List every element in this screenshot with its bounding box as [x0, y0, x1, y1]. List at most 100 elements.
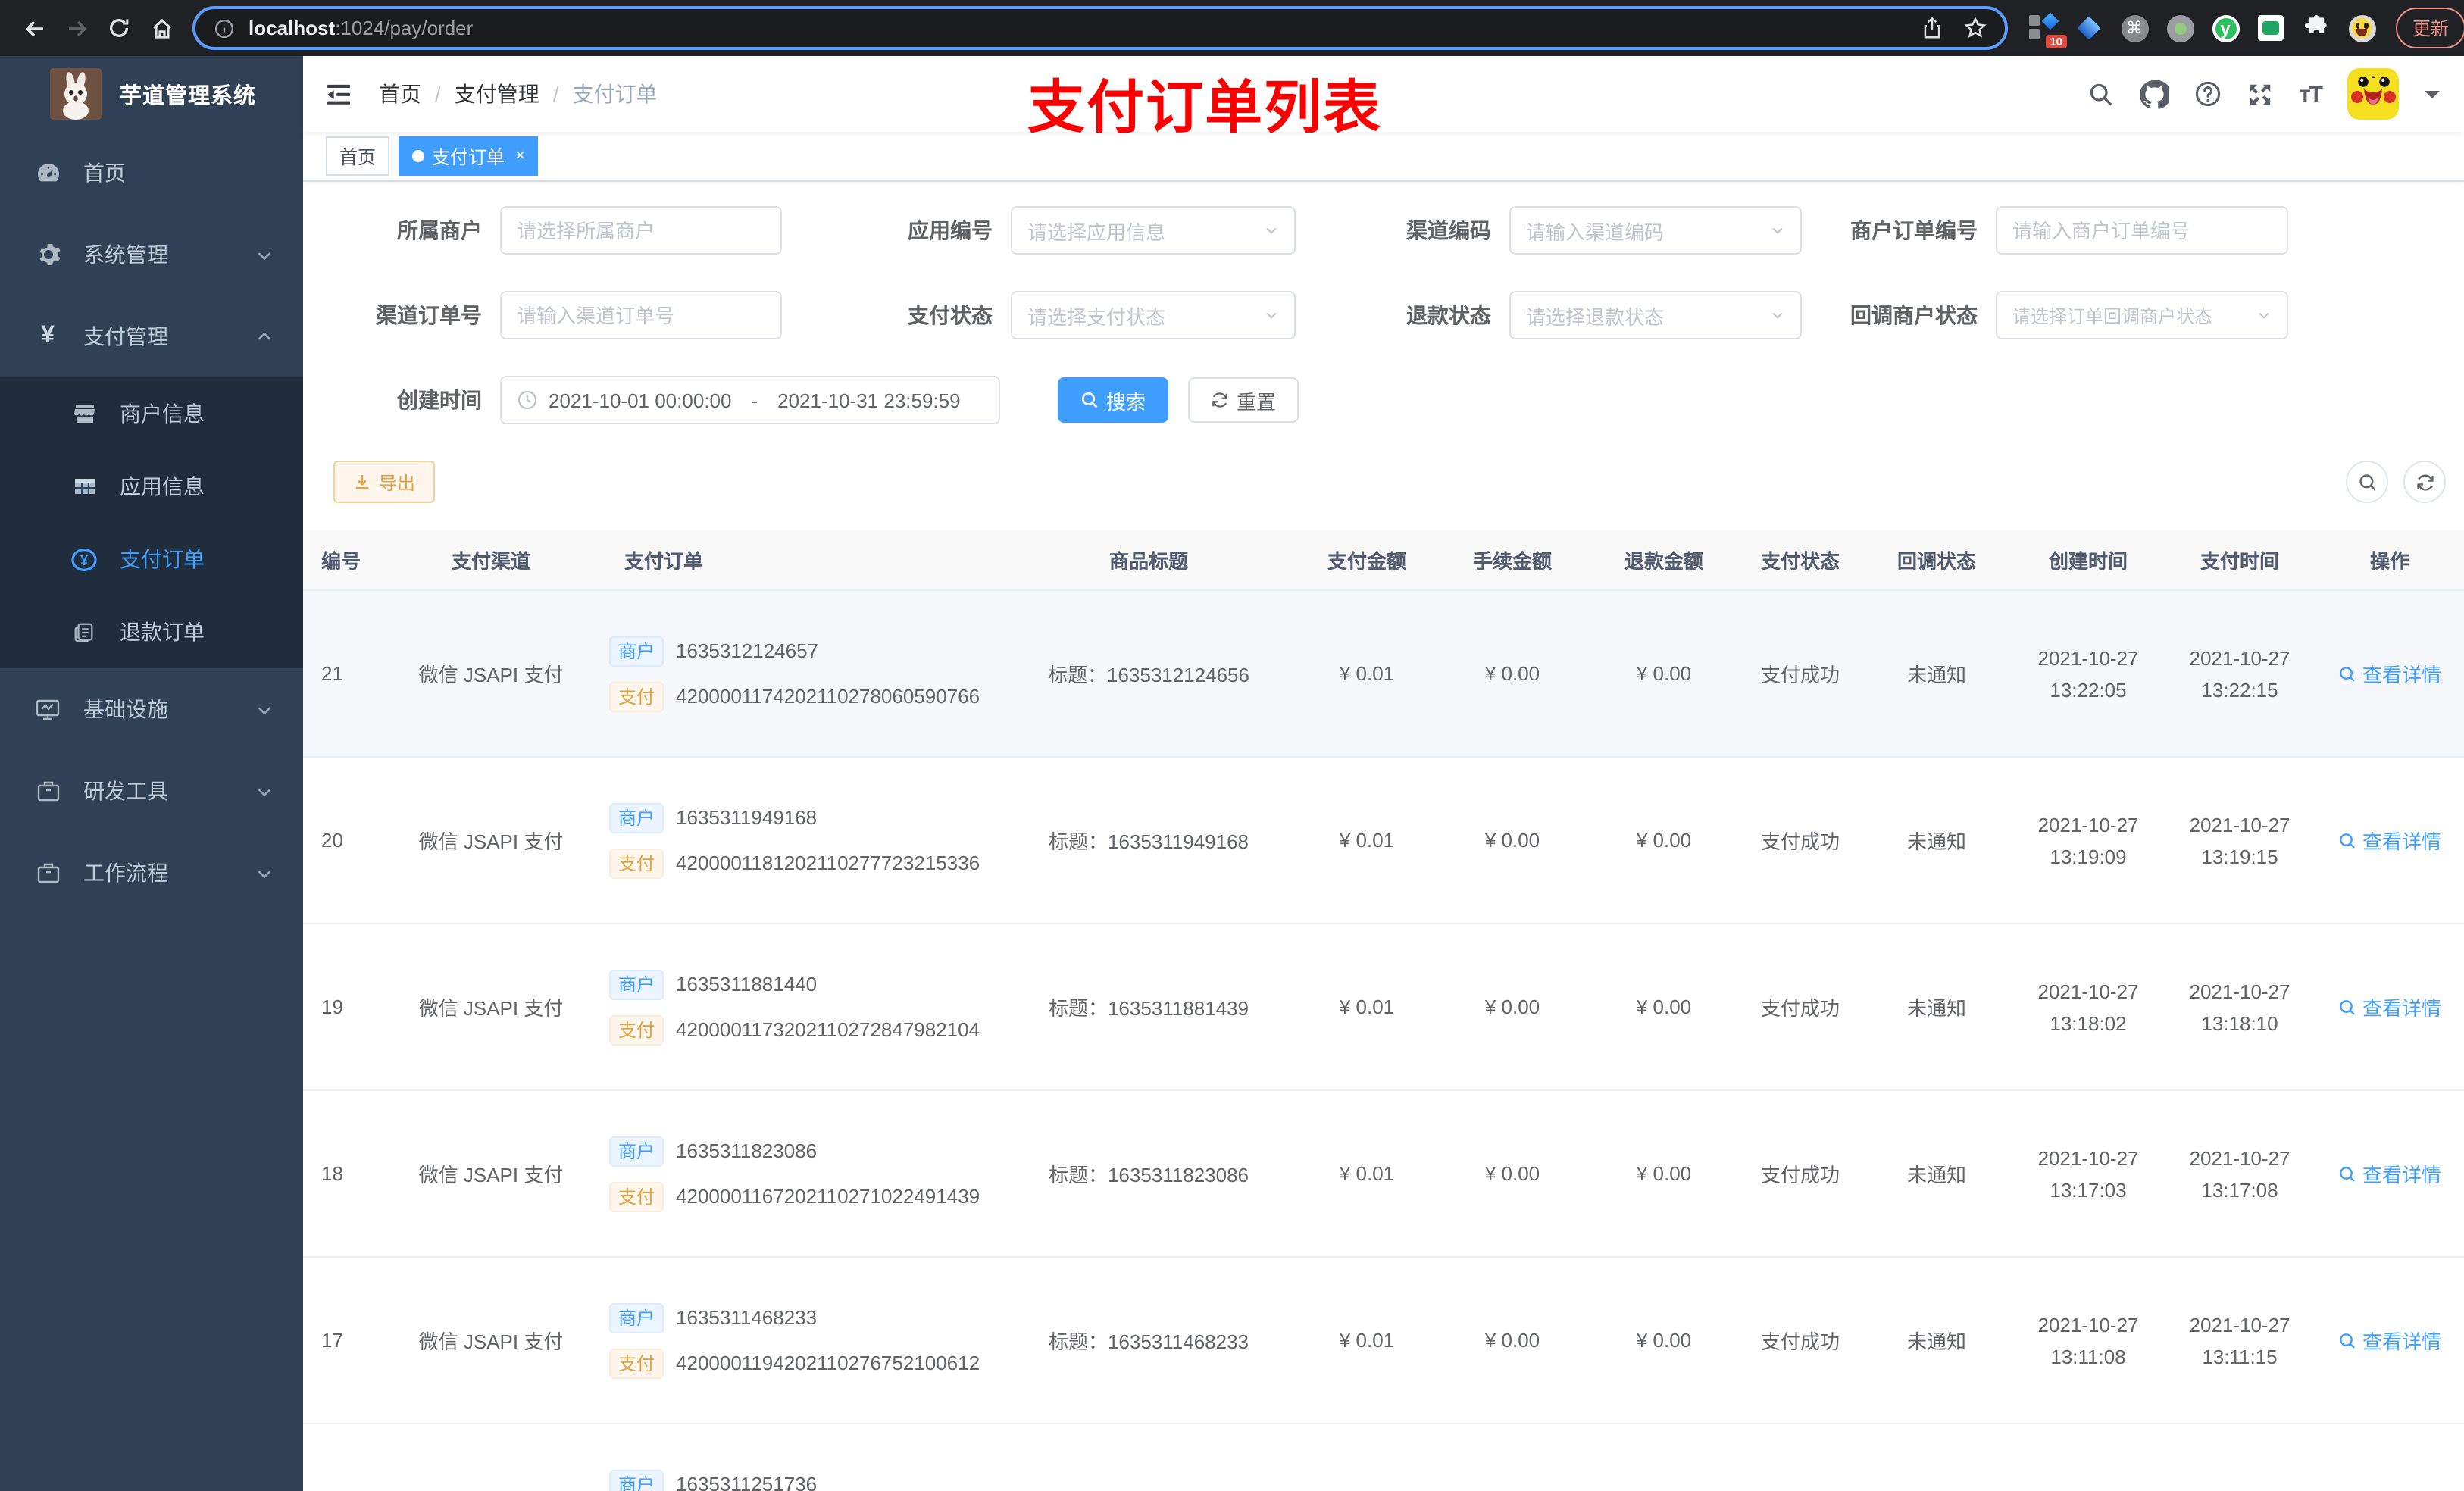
sidebar-item-dev-tools[interactable]: 研发工具 [0, 750, 303, 832]
breadcrumb-pay-mgmt[interactable]: 支付管理 [455, 79, 539, 109]
bookmark-star-icon[interactable] [1964, 17, 1987, 39]
sidebar-item-pay-order[interactable]: ¥ 支付订单 [0, 523, 303, 595]
tab-home[interactable]: 首页 [326, 136, 390, 176]
merchant-order-no-input[interactable] [1996, 206, 2288, 255]
refresh-table-button[interactable] [2403, 461, 2446, 503]
cell-pay-status: 支付成功 [1760, 830, 1840, 853]
sidebar-item-system[interactable]: 系统管理 [0, 214, 303, 295]
breadcrumb-home[interactable]: 首页 [379, 79, 421, 109]
create-time-range-input[interactable]: 2021-10-01 00:00:00 - 2021-10-31 23:59:5… [500, 376, 1000, 424]
cell-refund: ¥ 0.00 [1636, 996, 1692, 1018]
document-icon [71, 620, 97, 643]
page-info-icon[interactable] [214, 17, 235, 39]
extension-emoji-avatar[interactable] [2347, 14, 2376, 42]
user-avatar[interactable] [2347, 68, 2399, 120]
merchant-input[interactable] [500, 206, 782, 255]
sidebar-item-label: 基础设施 [83, 697, 168, 721]
sidebar-item-payment[interactable]: ¥ 支付管理 [0, 295, 303, 377]
app-select[interactable]: 请选择应用信息 [1011, 206, 1296, 255]
app-header: 首页 / 支付管理 / 支付订单 ᴛT [303, 56, 2464, 132]
sidebar-submenu-payment: 商户信息 应用信息 ¥ 支付订单 退款订单 [0, 377, 303, 668]
github-icon[interactable] [2140, 80, 2169, 108]
help-icon[interactable] [2195, 80, 2222, 108]
export-button[interactable]: 导出 [333, 461, 436, 503]
browser-reload-icon[interactable] [100, 9, 138, 47]
search-icon[interactable] [2089, 81, 2115, 107]
cell-notify-status: 未通知 [1906, 997, 1966, 1020]
sidebar-toggle-icon[interactable] [303, 56, 367, 132]
merchant-tag: 商户 [609, 1469, 664, 1491]
browser-home-icon[interactable] [142, 9, 180, 47]
cell-channel: 微信 JSAPI 支付 [418, 664, 564, 686]
view-detail-link[interactable]: 查看详情 [2338, 1326, 2441, 1355]
extension-record-icon[interactable] [2165, 14, 2194, 42]
filter-label: 所属商户 [397, 218, 482, 242]
cell-paid: 2021-10-27 13:19:15 [2189, 813, 2290, 867]
tab-pay-order[interactable]: 支付订单 × [399, 136, 539, 176]
briefcase-icon [35, 861, 61, 885]
search-button[interactable]: 搜索 [1058, 377, 1169, 423]
cell-paid [2164, 1424, 2315, 1491]
channel-order-no-input[interactable] [500, 291, 782, 339]
cell-title: 标题：1635311949168 [1048, 830, 1249, 853]
close-icon[interactable]: × [515, 147, 525, 165]
notify-status-select[interactable]: 请选择订单回调商户状态 [1996, 291, 2288, 339]
view-detail-link[interactable]: 查看详情 [2338, 659, 2441, 688]
show-search-toggle-button[interactable] [2346, 461, 2388, 503]
filter-form: 所属商户 应用编号 请选择应用信息 渠道编码 请输入渠道编码 商户订单编号 [303, 182, 2464, 424]
sidebar-item-refund-order[interactable]: 退款订单 [0, 595, 303, 668]
cell-amount: ¥ 0.01 [1339, 829, 1395, 852]
extension-kite-icon[interactable] [2075, 14, 2103, 42]
extensions-puzzle-icon[interactable] [2302, 14, 2331, 42]
pay-tag: 支付 [609, 1348, 664, 1378]
col-title: 商品标题 [1108, 550, 1188, 573]
extension-y-icon[interactable]: y [2211, 14, 2240, 42]
share-icon[interactable] [1921, 17, 1943, 39]
gear-icon [35, 242, 61, 267]
cell-created: 2021-10-27 13:19:09 [2037, 813, 2139, 867]
view-detail-link[interactable]: 查看详情 [2338, 826, 2441, 855]
browser-forward-icon[interactable] [58, 9, 95, 47]
sidebar-logo[interactable]: 芋道管理系统 [0, 56, 303, 132]
extension-workspaces-icon[interactable]: 10 [2029, 12, 2067, 48]
cell-pay-status: 支付成功 [1760, 1164, 1840, 1186]
cell-channel: 微信 JSAPI 支付 [394, 1424, 588, 1491]
extension-command-icon[interactable]: ⌘ [2120, 14, 2149, 42]
refund-status-select[interactable]: 请选择退款状态 [1509, 291, 1802, 339]
cell-id: 17 [321, 1329, 343, 1352]
channel-order-no: 4200001181202110277723215336 [676, 852, 980, 874]
reset-button[interactable]: 重置 [1188, 377, 1299, 423]
sidebar-item-infrastructure[interactable]: 基础设施 [0, 668, 303, 750]
browser-back-icon[interactable] [15, 9, 53, 47]
cell-pay-order: 商户 1635311823086 支付 42000011672021102710… [588, 1091, 1000, 1256]
user-menu-caret-icon[interactable] [2425, 90, 2440, 105]
table-row: 18 微信 JSAPI 支付 商户 1635311823086 支付 42000… [303, 1091, 2464, 1258]
fullscreen-icon[interactable] [2248, 81, 2274, 107]
grid-table-icon [71, 474, 97, 499]
channel-code-select[interactable]: 请输入渠道编码 [1509, 206, 1802, 255]
chevron-down-icon [256, 783, 273, 799]
table-header: 编号 支付渠道 支付订单 商品标题 支付金额 手续金额 退款金额 支付状态 回调… [303, 530, 2464, 591]
active-dot-icon [412, 150, 425, 162]
sidebar-item-workflow[interactable]: 工作流程 [0, 832, 303, 914]
chevron-down-icon [256, 701, 273, 717]
chevron-down-icon [1770, 308, 1785, 323]
briefcase-icon [35, 779, 61, 803]
extension-chat-icon[interactable] [2256, 14, 2285, 42]
cell-title: 标题：1635311823086 [1048, 1164, 1249, 1186]
browser-update-button[interactable]: 更新 [2396, 8, 2464, 48]
view-detail-link[interactable]: 查看详情 [2338, 992, 2441, 1021]
sidebar-item-merchant-info[interactable]: 商户信息 [0, 377, 303, 450]
pay-status-select[interactable]: 请选择支付状态 [1011, 291, 1296, 339]
view-detail-link[interactable]: 查看详情 [2338, 1159, 2441, 1188]
sidebar-item-home[interactable]: 首页 [0, 132, 303, 214]
channel-order-no: 4200001174202110278060590766 [676, 685, 980, 708]
cell-title [1000, 1424, 1297, 1491]
cell-fee: ¥ 0.00 [1484, 662, 1540, 685]
yen-icon: ¥ [41, 323, 55, 349]
sidebar-item-app-info[interactable]: 应用信息 [0, 450, 303, 523]
url-bar[interactable]: localhost:1024/pay/order [192, 6, 2008, 50]
cell-actions: 查看详情 [2315, 1424, 2464, 1491]
cell-notify-status [1861, 1424, 2012, 1491]
font-size-icon[interactable]: ᴛT [2300, 81, 2323, 107]
